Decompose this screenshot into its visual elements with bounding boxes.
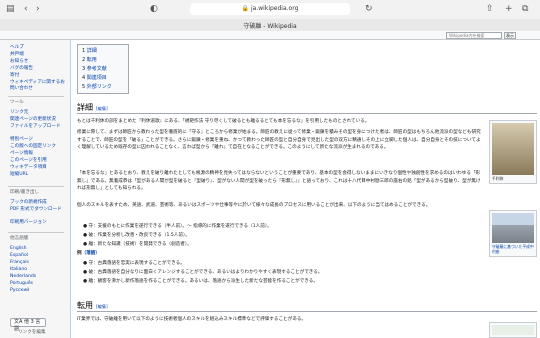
- thumb-caption: 千利休: [492, 176, 504, 181]
- lang-link[interactable]: Português: [10, 281, 33, 287]
- list-item: ● 守：古典落語を忠実に表現することができる。: [83, 261, 185, 266]
- toc-item[interactable]: 3 参考文献: [82, 66, 107, 73]
- sidebar-link[interactable]: ウィキペディアに関するお問い合わせ: [10, 80, 65, 92]
- back-icon[interactable]: ‹: [24, 3, 28, 15]
- example-label: 例（落語）: [77, 251, 100, 256]
- paragraph: 個人のスキルを表すため、英語、武道、芸術等、あるいはスポーツや仕事等やに於いて様…: [77, 203, 431, 208]
- sidebar-link[interactable]: このページを引用: [10, 158, 47, 164]
- sidebar-heading: 他言語版: [10, 236, 29, 241]
- toc-item[interactable]: 1 詳細: [82, 48, 97, 55]
- sidebar-link[interactable]: リンク元: [10, 110, 28, 116]
- thumbnail-theater[interactable]: 守破離に基づいた平成中村座: [489, 210, 537, 257]
- address-bar[interactable]: 🔒 ja.wikipedia.org: [190, 3, 350, 15]
- sidebar-link[interactable]: ブックの新規作成: [10, 200, 47, 206]
- sidebar-link[interactable]: PDF 形式でダウンロード: [10, 207, 66, 213]
- section-heading-transfer: 転用 [編集]: [77, 300, 537, 312]
- portrait-image[interactable]: [492, 123, 534, 175]
- edit-link[interactable]: [編集]: [96, 106, 108, 111]
- tab-active[interactable]: 守破離 - Wikipedia: [0, 21, 540, 30]
- lang-link[interactable]: Italiano: [10, 267, 27, 273]
- sidebar-heading: ツール: [10, 100, 24, 105]
- tab-bar: 守破離 - Wikipedia: [0, 19, 540, 31]
- sidebar-divider: [8, 232, 64, 233]
- thumbnail-partial: [489, 322, 537, 338]
- thumbnail-rikyu[interactable]: 千利休: [489, 120, 537, 184]
- paragraph: もとは千利休の訓をまとめた『利休道歌』にある、「規矩作法 守り尽くして破るとも離…: [77, 119, 370, 124]
- search-go-button[interactable]: 表示: [504, 32, 516, 39]
- lang-link[interactable]: English: [10, 246, 27, 252]
- reload-icon[interactable]: ↻: [365, 3, 373, 15]
- sidebar-link[interactable]: 印刷用バージョン: [10, 220, 47, 226]
- toc-item[interactable]: 2 転用: [82, 57, 97, 64]
- sidebar-link[interactable]: ファイルをアップロード: [10, 124, 65, 130]
- sidebar-link[interactable]: 短縮URL: [10, 172, 28, 178]
- sidebar-link[interactable]: 特別ページ: [10, 137, 33, 143]
- lang-link[interactable]: Русский: [10, 288, 29, 294]
- list-item: ● 守：支援のもとに作業を遂行できる（半人前）。～ 指導的に作業を遂行できる（1…: [83, 224, 272, 229]
- list-item: ● 破：作業を分析し改善・改良できる（1.5人前）。: [83, 233, 190, 238]
- toc-item[interactable]: 4 関連項目: [82, 75, 107, 82]
- sidebar-link[interactable]: ヘルプ: [10, 45, 24, 51]
- sidebar-divider: [8, 186, 64, 187]
- section-heading-details: 詳細 [編集]: [77, 102, 537, 114]
- list-item: ● 破：古典落語を自分なりに面白くアレンジすることができる、あるいはよりわかりや…: [83, 270, 323, 275]
- sidebar-link[interactable]: ページ情報: [10, 151, 33, 157]
- sidebar-link[interactable]: ウィキデータ項目: [10, 165, 47, 171]
- sidebar-link[interactable]: 関連ページの更新状況: [10, 117, 56, 123]
- shield-icon[interactable]: ◐: [150, 3, 158, 15]
- new-tab-icon[interactable]: +: [505, 3, 513, 15]
- lang-link[interactable]: Nederlands: [10, 274, 36, 280]
- lock-icon: 🔒: [241, 5, 250, 12]
- sidebar-divider: [8, 96, 64, 97]
- edit-link[interactable]: [編集]: [96, 304, 108, 309]
- paragraph: IT業界では、守破離を用いて以下のように技術者個人のスキルを組込みスキル標準など…: [77, 317, 307, 322]
- browser-chrome: ▤ ‹ › ◐ 🔒 ja.wikipedia.org ↻ ⇧ + ⧉ 守破離 -…: [0, 0, 540, 31]
- sidebar-link[interactable]: 寄付: [10, 73, 19, 79]
- sidebar: ヘルプ 井戸端 お知らせ バグの報告 寄付 ウィキペディアに関するお問い合わせ …: [0, 40, 70, 338]
- rakugo-link[interactable]: （落語）: [82, 251, 100, 256]
- sidebar-link[interactable]: バグの報告: [10, 66, 33, 72]
- sidebar-link[interactable]: この版への固定リンク: [10, 144, 56, 150]
- table-image: [492, 325, 534, 335]
- wiki-header: Wikipedia内を検索 表示: [0, 31, 540, 40]
- toc-item[interactable]: 5 外部リンク: [82, 84, 112, 91]
- paragraph: 「本を忘るな」とあるとおり、教えを破り離れたとしても根源の精神を見失ってはならな…: [77, 171, 481, 192]
- tab-title: 守破離 - Wikipedia: [243, 23, 297, 30]
- thumb-caption: 守破離に基づいた平成中村座: [492, 244, 534, 254]
- share-icon[interactable]: ⇧: [486, 3, 494, 15]
- main-content: 1 詳細 2 転用 3 参考文献 4 関連項目 5 外部リンク 詳細 [編集] も…: [70, 40, 540, 338]
- list-item: ● 離：観客を沸かし新作落語を作ることができる。あるいは、落語から派生した新たな…: [83, 279, 318, 284]
- sidebar-link[interactable]: 井戸端: [10, 52, 24, 58]
- language-button[interactable]: 文A 他 3 言語: [10, 318, 46, 332]
- sidebar-heading: 印刷/書き出し: [10, 190, 40, 195]
- forward-icon[interactable]: ›: [36, 3, 40, 15]
- browser-toolbar: ▤ ‹ › ◐ 🔒 ja.wikipedia.org ↻ ⇧ + ⧉: [0, 0, 540, 19]
- lang-link[interactable]: Español: [10, 253, 28, 259]
- paragraph: 修業に際して、まずは師匠から教わった型を徹底的に「守る」ところから修業が始まる。…: [77, 130, 481, 151]
- search-input[interactable]: Wikipedia内を検索: [446, 32, 502, 39]
- edit-links-link[interactable]: リンクを編集: [18, 330, 46, 336]
- tabs-icon[interactable]: ⧉: [522, 3, 528, 15]
- sidebar-link[interactable]: お知らせ: [10, 59, 28, 65]
- sidebar-icon[interactable]: ▤: [6, 3, 15, 15]
- list-item: ● 離：新たな知識（技術）を開発できる（創造者）。: [83, 242, 192, 247]
- url-text: ja.wikipedia.org: [251, 5, 299, 12]
- table-of-contents: 1 詳細 2 転用 3 参考文献 4 関連項目 5 外部リンク: [77, 44, 129, 94]
- building-image[interactable]: [492, 213, 534, 243]
- lang-link[interactable]: Français: [10, 260, 29, 266]
